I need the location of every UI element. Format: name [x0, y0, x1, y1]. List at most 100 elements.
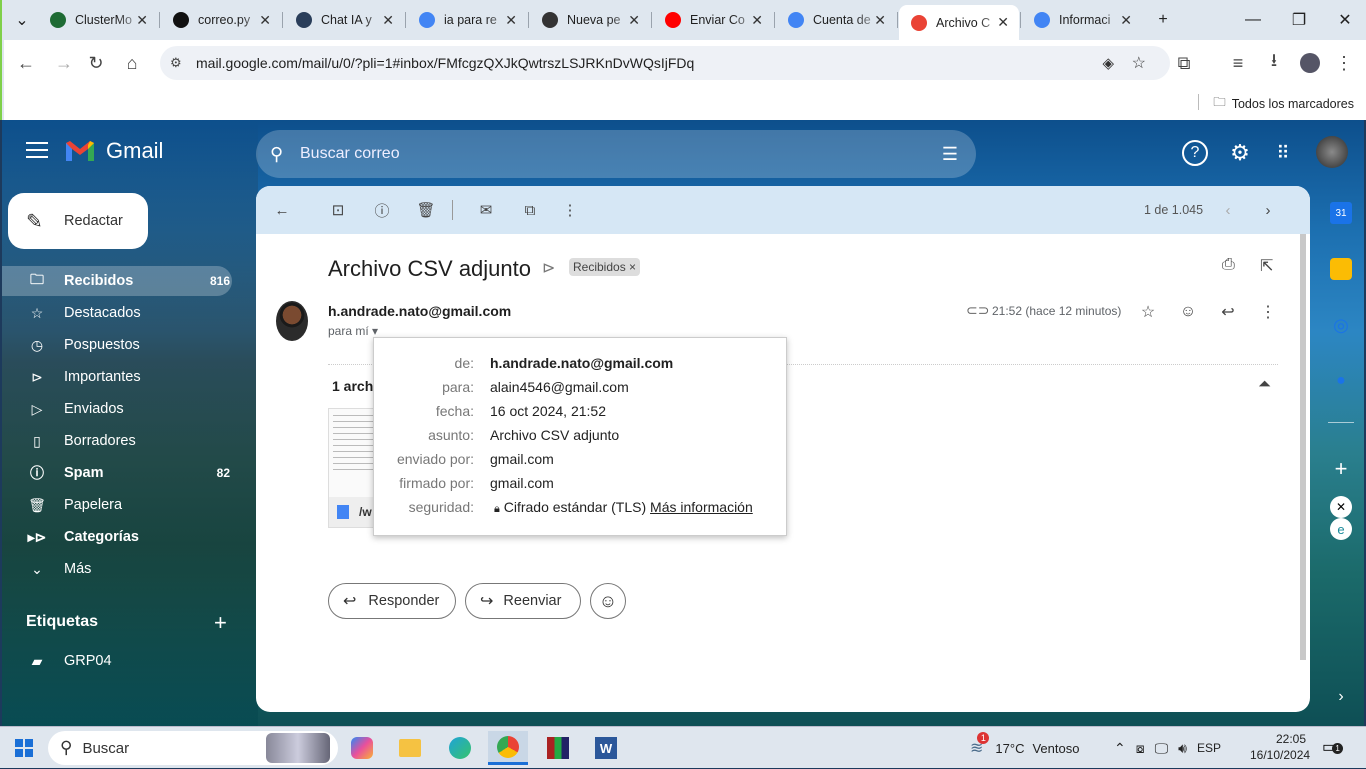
reply-icon[interactable]: ↩ — [1216, 300, 1240, 324]
language-indicator[interactable]: ESP — [1197, 741, 1221, 755]
expand-panel-icon[interactable]: › — [1330, 686, 1352, 708]
sidebar-item-7[interactable]: 🗑 Papelera — [2, 490, 232, 520]
tab-search-icon[interactable]: ⌄ — [2, 0, 42, 40]
close-tab-icon[interactable]: ✕ — [751, 12, 763, 29]
reply-button[interactable]: ↩ Responder — [328, 583, 456, 619]
close-addon-icon[interactable]: ✕ — [1330, 496, 1352, 518]
browser-tab[interactable]: Cuenta de ✕ — [776, 6, 896, 34]
open-new-window-icon[interactable]: ⇱ — [1260, 256, 1273, 276]
important-marker-icon[interactable]: ⊳ — [542, 258, 555, 278]
notification-icon[interactable]: ▭ 1 — [1322, 737, 1344, 757]
browser-tab[interactable]: ia para re ✕ — [407, 6, 527, 34]
close-tab-icon[interactable]: ✕ — [628, 12, 640, 29]
file-explorer-icon[interactable] — [390, 731, 430, 765]
reload-icon[interactable]: ↻ — [82, 49, 110, 77]
bookmark-star-icon[interactable]: ☆ — [1132, 53, 1146, 73]
minimize-button[interactable]: — — [1230, 0, 1276, 40]
tray-chevron-icon[interactable]: ⌃ — [1114, 740, 1126, 757]
close-tab-icon[interactable]: ✕ — [382, 12, 394, 29]
delete-icon[interactable]: 🗑 — [414, 198, 438, 222]
apps-grid-icon[interactable]: ⠿ — [1270, 140, 1296, 166]
help-icon[interactable]: ? — [1182, 140, 1208, 166]
forward-icon[interactable]: → — [50, 49, 78, 77]
emoji-react-icon[interactable]: ☺ — [1176, 300, 1200, 324]
network-icon[interactable]: 🖵︎ — [1155, 740, 1169, 757]
add-label-icon[interactable]: + — [214, 610, 227, 636]
add-to-drive-icon[interactable]: ⏶ — [1258, 376, 1271, 394]
close-tab-icon[interactable]: ✕ — [997, 14, 1009, 31]
profile-avatar[interactable] — [1296, 49, 1324, 77]
recipient-toggle[interactable]: para mí ▾ — [328, 324, 378, 338]
browser-tab[interactable]: Enviar Co ✕ — [653, 6, 773, 34]
word-icon[interactable]: W — [586, 731, 626, 765]
sidebar-item-3[interactable]: ⊳ Importantes — [2, 362, 232, 392]
new-tab-button[interactable]: + — [1140, 0, 1186, 40]
maximize-button[interactable]: ❐ — [1276, 0, 1322, 40]
back-to-inbox-icon[interactable]: ← — [270, 198, 294, 222]
close-window-button[interactable]: ✕ — [1322, 0, 1366, 40]
add-addon-icon[interactable]: + — [1330, 456, 1352, 481]
download-icon[interactable]: ⭳ — [1260, 49, 1288, 77]
browser-tab[interactable]: correo.py ✕ — [161, 6, 281, 34]
more-options-icon[interactable]: ⋮ — [558, 198, 582, 222]
newer-icon[interactable]: ‹ — [1216, 198, 1240, 222]
home-icon[interactable]: ⌂ — [118, 49, 146, 77]
sidebar-item-5[interactable]: ▯ Borradores — [2, 426, 232, 456]
sidebar-item-1[interactable]: ☆ Destacados — [2, 298, 232, 328]
sidebar-item-9[interactable]: ⌄ Más — [2, 554, 232, 584]
calendar-icon[interactable]: 31 — [1330, 202, 1352, 224]
inbox-chip[interactable]: Recibidos × — [569, 258, 641, 276]
rar-app-icon[interactable] — [538, 731, 578, 765]
all-bookmarks-button[interactable]: 🗀 Todos los marcadores — [1213, 93, 1354, 114]
address-bar[interactable]: ⚙ mail.google.com/mail/u/0/?pli=1#inbox/… — [160, 46, 1170, 80]
main-menu-icon[interactable] — [26, 142, 48, 158]
search-options-icon[interactable]: ☰ — [942, 144, 958, 165]
emoji-button[interactable]: ☺ — [590, 583, 626, 619]
back-icon[interactable]: ← — [12, 49, 40, 77]
close-tab-icon[interactable]: ✕ — [505, 12, 517, 29]
close-tab-icon[interactable]: ✕ — [1120, 12, 1132, 29]
tasks-icon[interactable]: ◎ — [1330, 314, 1352, 336]
close-tab-icon[interactable]: ✕ — [136, 12, 148, 29]
browser-tab[interactable]: Chat IA y ✕ — [284, 6, 404, 34]
sidebar-item-4[interactable]: ▷ Enviados — [2, 394, 232, 424]
star-icon[interactable]: ☆ — [1136, 300, 1160, 324]
scrollbar[interactable] — [1300, 234, 1306, 660]
sidebar-item-2[interactable]: ◷ Pospuestos — [2, 330, 232, 360]
site-info-icon[interactable]: ⚙ — [170, 55, 182, 71]
weather-widget[interactable]: ≋ 1 17°C Ventoso — [970, 727, 1079, 769]
remove-label-icon[interactable]: × — [629, 260, 636, 274]
compose-button[interactable]: ✎ Redactar — [8, 193, 148, 249]
mark-unread-icon[interactable]: ✉ — [474, 198, 498, 222]
search-icon[interactable]: ⚲ — [270, 144, 283, 165]
sidebar-item-6[interactable]: ⓘ Spam 82 — [2, 458, 232, 488]
gmail-logo[interactable]: Gmail — [64, 138, 163, 164]
keep-icon[interactable] — [1330, 258, 1352, 280]
sender-avatar[interactable] — [276, 301, 308, 341]
forward-button[interactable]: ↪ Reenviar — [465, 583, 581, 619]
windows-start-icon[interactable] — [4, 731, 44, 765]
search-input[interactable]: ⚲ Buscar correo ☰ — [256, 130, 976, 178]
sidebar-item-8[interactable]: ▸⊳ Categorías — [2, 522, 232, 552]
contacts-icon[interactable]: ● — [1330, 370, 1352, 392]
clock[interactable]: 22:05 16/10/2024 — [1250, 731, 1310, 763]
edge-extension-icon[interactable]: e — [1330, 518, 1352, 540]
print-icon[interactable]: ⎙ — [1222, 256, 1235, 274]
browser-menu-icon[interactable]: ⋮ — [1330, 49, 1358, 77]
google-lens-icon[interactable]: ◈ — [1102, 54, 1114, 72]
tray-camera-icon[interactable]: ⧇ — [1136, 740, 1145, 757]
older-icon[interactable]: › — [1256, 198, 1280, 222]
move-to-icon[interactable]: ⧉ — [518, 198, 542, 222]
account-avatar[interactable] — [1316, 136, 1348, 168]
more-info-link[interactable]: Más información — [650, 499, 753, 515]
media-icon[interactable]: ≡ — [1224, 49, 1252, 77]
archive-icon[interactable]: ⊡ — [326, 198, 350, 222]
label-item-grp04[interactable]: ▰ GRP04 — [2, 646, 232, 676]
close-tab-icon[interactable]: ✕ — [874, 12, 886, 29]
report-spam-icon[interactable]: ⓘ — [370, 198, 394, 222]
browser-tab[interactable]: Nueva pe ✕ — [530, 6, 650, 34]
settings-gear-icon[interactable]: ⚙ — [1227, 140, 1253, 166]
sidebar-item-0[interactable]: 🗀 Recibidos 816 — [2, 266, 232, 296]
chrome-icon[interactable] — [488, 731, 528, 765]
volume-icon[interactable]: 🔊︎ — [1178, 740, 1187, 757]
